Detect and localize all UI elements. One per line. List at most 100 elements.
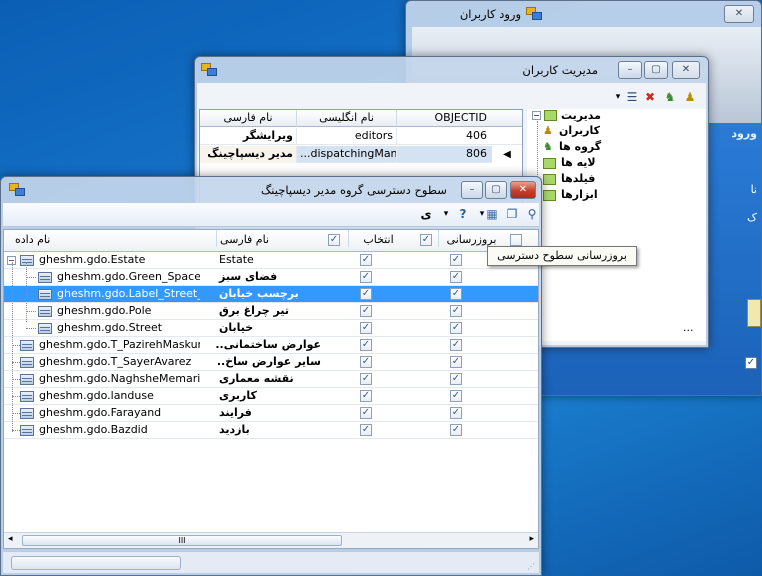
scroll-right-icon[interactable]: ▸: [529, 534, 534, 544]
users-minimize-button[interactable]: –: [618, 61, 642, 79]
cell-farsi-name: عوارض ساختمانی...: [216, 338, 321, 351]
dropdown-arrow-icon[interactable]: ▾: [474, 206, 490, 222]
update-checkbox[interactable]: ✓: [450, 339, 462, 351]
update-checkbox[interactable]: ✓: [450, 373, 462, 385]
toolbar-char-button[interactable]: ی: [418, 206, 434, 222]
select-checkbox[interactable]: ✓: [360, 288, 372, 300]
tree-item-groups[interactable]: ♞ گروه ها: [539, 140, 659, 156]
cell-data-name: gheshm.gdo.Green_Space: [57, 270, 200, 283]
table-icon: [20, 391, 34, 402]
col-header-data-name[interactable]: نام داده: [12, 230, 212, 247]
tree-item-label: ابزارها: [561, 188, 598, 201]
table-icon: [20, 408, 34, 419]
tree-root-label[interactable]: مدیریت: [561, 109, 601, 122]
col-header-objectid[interactable]: OBJECTID: [396, 110, 490, 127]
table-icon: [20, 340, 34, 351]
arrow-icon[interactable]: ▾: [438, 206, 454, 222]
cell-data-name: gheshm.gdo.T_PazirehMaskuni: [39, 338, 200, 351]
cell-data-name: gheshm.gdo.T_SayerAvarez: [39, 355, 192, 368]
select-checkbox[interactable]: ✓: [360, 305, 372, 317]
select-checkbox[interactable]: ✓: [360, 424, 372, 436]
search-icon[interactable]: ⚲: [524, 206, 540, 222]
tool-check-icon: [543, 190, 556, 201]
tree-ellipsis-button[interactable]: ...: [683, 321, 694, 334]
col-header-update[interactable]: بروزرسانی: [438, 230, 504, 247]
table-row[interactable]: gheshm.gdo.NaghsheMemari نقشه معماری ✓ ✓: [4, 371, 538, 388]
access-close-button[interactable]: ✕: [510, 181, 536, 199]
select-checkbox[interactable]: ✓: [360, 407, 372, 419]
cell-data-name: gheshm.gdo.Street: [57, 321, 163, 334]
users-close-button[interactable]: ✕: [672, 61, 700, 79]
table-icon: [20, 357, 34, 368]
update-checkbox[interactable]: ✓: [450, 305, 462, 317]
layer-check-icon: [543, 158, 556, 169]
dropdown-arrow-icon[interactable]: ▾: [610, 89, 626, 105]
login-label-1: نا: [750, 183, 757, 196]
login-checkbox[interactable]: ✓: [745, 357, 757, 369]
table-row[interactable]: − gheshm.gdo.Estate Estate ✓ ✓: [4, 252, 538, 269]
copy-icon[interactable]: ❐: [504, 206, 520, 222]
access-grid-body: − gheshm.gdo.Estate Estate ✓ ✓ gheshm.gdo.Gre…: [4, 252, 538, 524]
update-checkbox[interactable]: ✓: [450, 254, 462, 266]
cell-farsi-name: کاربری: [219, 389, 257, 402]
group-icon[interactable]: ♞: [662, 89, 678, 105]
access-maximize-button[interactable]: ▢: [485, 181, 507, 199]
select-checkbox[interactable]: ✓: [360, 356, 372, 368]
table-row[interactable]: gheshm.gdo.T_SayerAvarez سایر عوارض ساخ..…: [4, 354, 538, 371]
cell-data-name: gheshm.gdo.Label_Street_Pl...: [57, 287, 200, 300]
columns-icon[interactable]: ☰: [624, 89, 640, 105]
table-row[interactable]: gheshm.gdo.landuse کاربری ✓ ✓: [4, 388, 538, 405]
tree-item-users[interactable]: ♟ کاربران: [539, 124, 659, 140]
resize-grip-icon[interactable]: ⋰: [527, 562, 535, 571]
select-checkbox[interactable]: ✓: [360, 322, 372, 334]
table-row[interactable]: gheshm.gdo.Bazdid بازدید ✓ ✓: [4, 422, 538, 439]
select-checkbox[interactable]: ✓: [360, 254, 372, 266]
horizontal-scrollbar[interactable]: ◂ III ▸: [4, 532, 538, 548]
select-checkbox[interactable]: ✓: [360, 373, 372, 385]
delete-icon[interactable]: ✖: [642, 89, 658, 105]
table-row[interactable]: gheshm.gdo.Green_Space فضای سبز ✓ ✓: [4, 269, 538, 286]
tree-collapse-icon[interactable]: −: [532, 111, 541, 120]
access-minimize-button[interactable]: –: [461, 181, 483, 199]
update-checkbox[interactable]: ✓: [450, 390, 462, 402]
update-checkbox[interactable]: ✓: [450, 322, 462, 334]
scroll-left-icon[interactable]: ◂: [8, 534, 13, 544]
tree-item-fields[interactable]: فیلدها: [539, 172, 659, 188]
header-checkbox[interactable]: [510, 234, 522, 246]
user-icon[interactable]: ♟: [682, 89, 698, 105]
field-check-icon: [543, 174, 556, 185]
update-checkbox[interactable]: ✓: [450, 356, 462, 368]
login-group-title: ورود: [731, 127, 757, 140]
select-all-checkbox[interactable]: ✓: [328, 234, 340, 246]
tree-item-tools[interactable]: ابزارها: [539, 188, 659, 204]
users-grid-row[interactable]: 406 editors ویرایشگر: [200, 128, 522, 145]
update-checkbox[interactable]: ✓: [450, 407, 462, 419]
users-grid-row[interactable]: 806 ...dispatchingMana مدیر دیسپاچینگ ◀: [200, 146, 522, 163]
scrollbar-thumb[interactable]: III: [22, 535, 342, 546]
tree-item-layers[interactable]: لایه ها: [539, 156, 659, 172]
table-row[interactable]: gheshm.gdo.Label_Street_Pl... برچسب خیابا…: [4, 286, 538, 303]
login-key-button[interactable]: [747, 299, 761, 327]
select-checkbox[interactable]: ✓: [360, 390, 372, 402]
table-row[interactable]: gheshm.gdo.Farayand فرایند ✓ ✓: [4, 405, 538, 422]
login-title: ورود کاربران: [459, 7, 521, 21]
col-header-select[interactable]: انتخاب: [348, 230, 408, 247]
update-all-checkbox[interactable]: ✓: [420, 234, 432, 246]
select-checkbox[interactable]: ✓: [360, 339, 372, 351]
update-checkbox[interactable]: ✓: [450, 424, 462, 436]
col-header-farsi-name[interactable]: نام فارسی: [200, 110, 296, 127]
col-header-english-name[interactable]: نام انگلیسی: [296, 110, 396, 127]
col-header-farsi-name[interactable]: نام فارسی: [216, 230, 324, 247]
users-maximize-button[interactable]: ▢: [644, 61, 668, 79]
table-row[interactable]: gheshm.gdo.Pole تیر چراغ برق ✓ ✓: [4, 303, 538, 320]
table-row[interactable]: gheshm.gdo.T_PazirehMaskuni عوارض ساختمان…: [4, 337, 538, 354]
table-row[interactable]: gheshm.gdo.Street خیابان ✓ ✓: [4, 320, 538, 337]
cell-farsi-name: بازدید: [219, 423, 250, 436]
update-checkbox[interactable]: ✓: [450, 288, 462, 300]
update-tooltip: بروزرسانی سطوح دسترسی: [487, 246, 637, 266]
select-checkbox[interactable]: ✓: [360, 271, 372, 283]
login-close-button[interactable]: ✕: [724, 5, 754, 23]
tree-line: [26, 328, 36, 329]
help-icon[interactable]: ?: [455, 206, 471, 222]
update-checkbox[interactable]: ✓: [450, 271, 462, 283]
